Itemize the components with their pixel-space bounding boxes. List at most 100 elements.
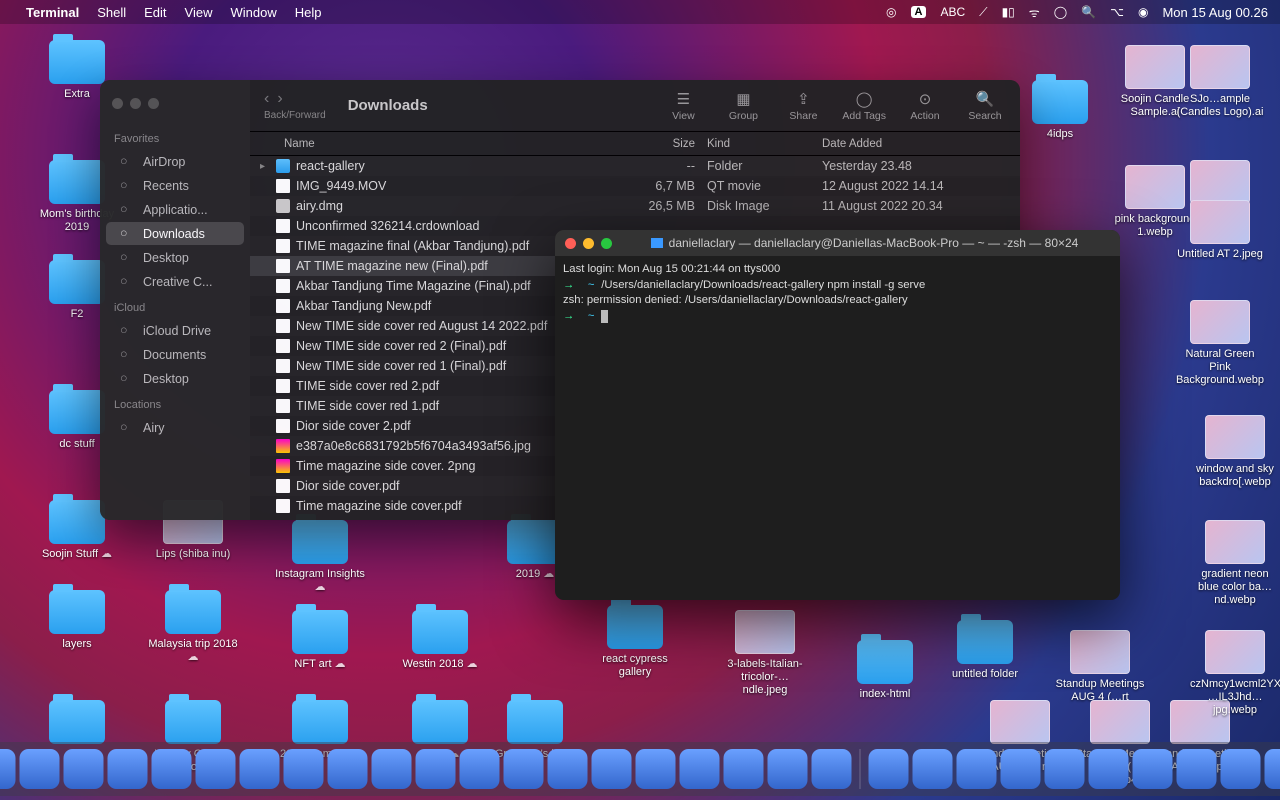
desktop-item[interactable]: Instagram Insights [275, 520, 365, 594]
desktop-item[interactable]: gradient neon blue color ba…nd.webp [1190, 520, 1280, 608]
dock-app-sys[interactable] [240, 749, 280, 789]
dock-item-term[interactable] [1265, 749, 1280, 789]
tags-button[interactable]: ◯Add Tags [842, 90, 886, 122]
dock-item-doc[interactable] [869, 749, 909, 789]
desktop-item[interactable]: window and sky backdro[.webp [1190, 415, 1280, 489]
desktop-item[interactable]: index-html [840, 640, 930, 701]
dock-app-tv[interactable] [372, 749, 412, 789]
dock-app-sys[interactable] [328, 749, 368, 789]
action-button[interactable]: ⊙Action [904, 90, 946, 122]
fullscreen-button[interactable] [148, 98, 159, 109]
dock-app-cal[interactable] [152, 749, 192, 789]
dock-app-mail[interactable] [0, 749, 16, 789]
dock-item-term[interactable] [1089, 749, 1129, 789]
desktop-item[interactable]: czNmcy1wcml2YX …IL3Jhd…jpg.webp [1190, 630, 1280, 718]
dock-app-store[interactable] [504, 749, 544, 789]
desktop-item[interactable]: Standup Meetings AUG 4 (…rt [1055, 630, 1145, 704]
desktop-item[interactable]: Westin 2018 [395, 610, 485, 671]
group-button[interactable]: ▦Group [722, 90, 764, 122]
dock-app-chrome[interactable] [20, 749, 60, 789]
terminal-body[interactable]: Last login: Mon Aug 15 00:21:44 on ttys0… [555, 256, 1120, 331]
spotlight-icon[interactable]: 🔍 [1081, 5, 1096, 19]
sidebar-item[interactable]: ○iCloud Drive [106, 319, 244, 342]
dock-app-vscode[interactable] [768, 749, 808, 789]
menu-view[interactable]: View [185, 5, 213, 20]
dock-app-cal[interactable] [196, 749, 236, 789]
sidebar-item[interactable]: ○Applicatio... [106, 198, 244, 221]
dock-item-term[interactable] [1177, 749, 1217, 789]
control-center-icon[interactable]: ⌥ [1110, 5, 1124, 19]
dock-app-figma[interactable] [680, 749, 720, 789]
desktop-item[interactable]: Natural Green Pink Background.webp [1175, 300, 1265, 388]
menu-edit[interactable]: Edit [144, 5, 166, 20]
desktop-item[interactable]: SJo…ample (Candles Logo).ai [1175, 45, 1265, 119]
minimize-button[interactable] [130, 98, 141, 109]
dock-app-podcast[interactable] [460, 749, 500, 789]
disclosure-icon[interactable]: ▸ [260, 161, 270, 172]
menu-help[interactable]: Help [295, 5, 322, 20]
dock-app-chrome[interactable] [64, 749, 104, 789]
desktop-item[interactable]: untitled folder [940, 620, 1030, 681]
dock-app-safari[interactable] [548, 749, 588, 789]
status-icon[interactable]: ◎ [886, 5, 896, 19]
desktop-item[interactable]: 3-labels-Italian-tricolor-…ndle.jpeg [720, 610, 810, 698]
user-icon[interactable]: ◯ [1054, 5, 1067, 19]
sidebar-item-label: Documents [143, 348, 206, 362]
dock-app-music[interactable] [284, 749, 324, 789]
close-button[interactable] [112, 98, 123, 109]
share-button[interactable]: ⇪Share [782, 90, 824, 122]
desktop-item[interactable]: 4idps [1015, 80, 1105, 141]
app-menu[interactable]: Terminal [26, 5, 79, 20]
dock-app-music[interactable] [416, 749, 456, 789]
dock-app-kakao[interactable] [724, 749, 764, 789]
view-button[interactable]: ☰View [662, 90, 704, 122]
minimize-button[interactable] [583, 238, 594, 249]
dock-item-doc[interactable] [913, 749, 953, 789]
battery-icon[interactable]: ▮▯ [1002, 5, 1015, 19]
menu-clock[interactable]: Mon 15 Aug 00.26 [1162, 5, 1268, 20]
sidebar-item[interactable]: ○Documents [106, 343, 244, 366]
sidebar-item[interactable]: ○Downloads [106, 222, 244, 245]
sidebar-item[interactable]: ○Creative C... [106, 270, 244, 293]
dock-item-term[interactable] [1001, 749, 1041, 789]
sidebar-item[interactable]: ○Desktop [106, 246, 244, 269]
finder-column-headers[interactable]: NameSizeKindDate Added [250, 132, 1020, 156]
desktop-item[interactable]: NFT art [275, 610, 365, 671]
desktop-item[interactable]: Untitled AT 2.jpeg [1175, 200, 1265, 261]
thumb-icon [1190, 200, 1250, 244]
dock-app-pages[interactable] [108, 749, 148, 789]
sidebar-item[interactable]: ○Recents [106, 174, 244, 197]
input-source-icon[interactable]: A [911, 6, 927, 18]
dock-item-term[interactable] [1045, 749, 1085, 789]
file-name: Dior side cover.pdf [296, 479, 400, 493]
file-row[interactable]: ▸react-gallery--FolderYesterday 23.48 [250, 156, 1020, 176]
file-row[interactable]: airy.dmg26,5 MBDisk Image11 August 2022 … [250, 196, 1020, 216]
dock-item-term[interactable] [957, 749, 997, 789]
menu-window[interactable]: Window [231, 5, 277, 20]
forward-button[interactable]: › [277, 90, 282, 108]
input-language[interactable]: ABC [940, 5, 965, 19]
file-row[interactable]: IMG_9449.MOV6,7 MBQT movie12 August 2022… [250, 176, 1020, 196]
menu-shell[interactable]: Shell [97, 5, 126, 20]
back-button[interactable]: ‹ [264, 90, 269, 108]
sidebar-item[interactable]: ○Airy [106, 416, 244, 439]
desktop-item[interactable]: react cypress gallery [590, 605, 680, 679]
desktop-item[interactable]: layers [32, 590, 122, 651]
dock-app-term[interactable] [812, 749, 852, 789]
dock-app-store[interactable] [592, 749, 632, 789]
wifi-icon[interactable]: ᯤ [1029, 4, 1040, 21]
dock-item-term[interactable] [1221, 749, 1261, 789]
sidebar-item[interactable]: ○Desktop [106, 367, 244, 390]
file-name: Akbar Tandjung Time Magazine (Final).pdf [296, 279, 531, 293]
dock-item-term[interactable] [1133, 749, 1173, 789]
search-button[interactable]: 🔍Search [964, 90, 1006, 122]
desktop-item[interactable]: Malaysia trip 2018 [148, 590, 238, 664]
close-button[interactable] [565, 238, 576, 249]
sidebar-item[interactable]: ○AirDrop [106, 150, 244, 173]
home-icon [651, 238, 663, 248]
file-name: Akbar Tandjung New.pdf [296, 299, 431, 313]
siri-icon[interactable]: ◉ [1138, 5, 1148, 19]
do-not-disturb-icon[interactable]: ⟋ [979, 5, 987, 20]
fullscreen-button[interactable] [601, 238, 612, 249]
dock-app-sys[interactable] [636, 749, 676, 789]
